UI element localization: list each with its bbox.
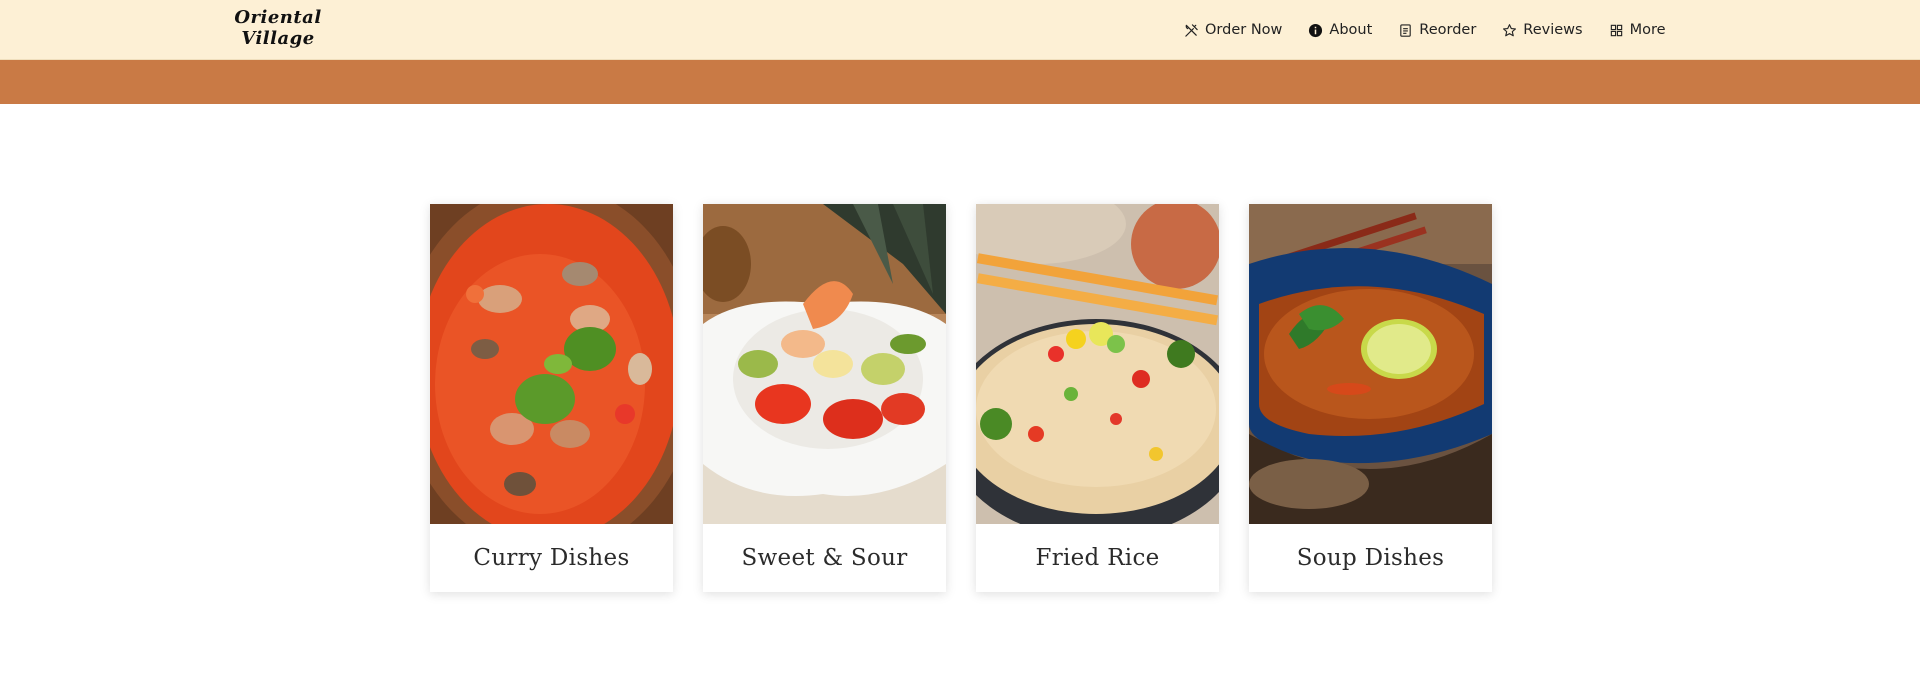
category-card-fried-rice[interactable]: Fried Rice [976, 204, 1219, 592]
nav-label: Reorder [1419, 22, 1477, 38]
logo-line-1: Oriental [234, 7, 322, 28]
main-nav: Order Now About Reorder Reviews More [1184, 0, 1666, 60]
logo[interactable]: Oriental Village [234, 5, 321, 51]
receipt-icon [1398, 23, 1413, 38]
sweet-sour-dish-photo [703, 204, 946, 524]
category-label: Sweet & Sour [741, 545, 908, 571]
star-icon [1502, 23, 1517, 38]
nav-label: More [1629, 22, 1666, 38]
nav-order-now[interactable]: Order Now [1184, 22, 1282, 38]
soup-dish-photo [1249, 204, 1492, 524]
nav-reorder[interactable]: Reorder [1398, 22, 1476, 38]
category-card-curry[interactable]: Curry Dishes [430, 204, 673, 592]
nav-label: About [1329, 22, 1373, 38]
category-label: Soup Dishes [1296, 545, 1445, 571]
fried-rice-photo [976, 204, 1219, 524]
top-navigation-bar: Oriental Village Order Now About Reorder… [0, 0, 1920, 60]
curry-dish-photo [430, 204, 673, 524]
nav-more[interactable]: More [1609, 22, 1666, 38]
utensils-icon [1184, 23, 1199, 38]
category-card-soup[interactable]: Soup Dishes [1249, 204, 1492, 592]
grid-icon [1609, 23, 1624, 38]
category-label: Fried Rice [1035, 545, 1160, 571]
nav-about[interactable]: About [1308, 22, 1372, 38]
category-label: Curry Dishes [473, 545, 630, 571]
category-card-sweet-sour[interactable]: Sweet & Sour [703, 204, 946, 592]
banner-strip [0, 60, 1920, 104]
nav-label: Reviews [1523, 22, 1583, 38]
nav-reviews[interactable]: Reviews [1502, 22, 1583, 38]
category-cards: Curry Dishes Sweet & Sour Fried Rice Sou… [430, 204, 1492, 592]
nav-label: Order Now [1205, 22, 1283, 38]
logo-line-2: Village [241, 28, 315, 49]
info-icon [1308, 23, 1323, 38]
